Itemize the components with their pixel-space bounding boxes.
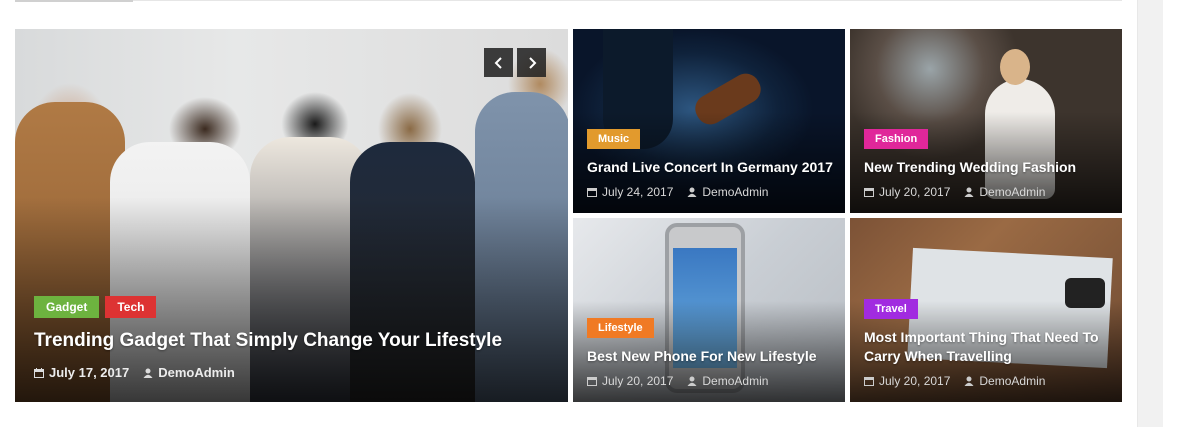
user-icon xyxy=(687,187,697,197)
section-divider-accent xyxy=(15,0,133,2)
post-title[interactable]: New Trending Wedding Fashion xyxy=(864,158,1112,177)
post-author[interactable]: DemoAdmin xyxy=(979,374,1045,388)
category-badge-music[interactable]: Music xyxy=(587,129,641,149)
post-meta: Music Grand Live Concert In Germany 2017… xyxy=(587,129,835,199)
post-date[interactable]: July 20, 2017 xyxy=(602,374,673,388)
category-badge-travel[interactable]: Travel xyxy=(864,299,918,319)
user-icon xyxy=(964,187,974,197)
featured-post-card[interactable]: Gadget Tech Trending Gadget That Simply … xyxy=(15,29,568,402)
post-author[interactable]: DemoAdmin xyxy=(158,365,235,380)
post-author[interactable]: DemoAdmin xyxy=(702,185,768,199)
slider-navigation xyxy=(484,48,546,77)
category-badge-gadget[interactable]: Gadget xyxy=(34,296,100,318)
post-card[interactable]: Travel Most Important Thing That Need To… xyxy=(850,218,1122,402)
post-info: July 20, 2017 DemoAdmin xyxy=(864,185,1112,199)
chevron-right-icon xyxy=(528,56,536,69)
section-divider xyxy=(15,0,1122,1)
chevron-left-icon xyxy=(494,56,502,69)
calendar-icon xyxy=(864,377,874,386)
post-author[interactable]: DemoAdmin xyxy=(702,374,768,388)
category-badge-lifestyle[interactable]: Lifestyle xyxy=(587,318,654,338)
calendar-icon xyxy=(587,188,597,197)
calendar-icon xyxy=(587,377,597,386)
post-info: July 17, 2017 DemoAdmin xyxy=(34,365,558,380)
calendar-icon xyxy=(864,188,874,197)
post-info: July 20, 2017 DemoAdmin xyxy=(864,374,1112,388)
post-card[interactable]: Music Grand Live Concert In Germany 2017… xyxy=(573,29,845,213)
featured-post-meta: Gadget Tech Trending Gadget That Simply … xyxy=(34,296,558,380)
post-meta: Fashion New Trending Wedding Fashion Jul… xyxy=(864,129,1112,199)
post-date[interactable]: July 17, 2017 xyxy=(49,365,129,380)
user-icon xyxy=(687,376,697,386)
user-icon xyxy=(143,368,153,378)
post-title[interactable]: Best New Phone For New Lifestyle xyxy=(587,347,835,366)
post-title[interactable]: Grand Live Concert In Germany 2017 xyxy=(587,158,835,177)
post-card[interactable]: Fashion New Trending Wedding Fashion Jul… xyxy=(850,29,1122,213)
post-date[interactable]: July 20, 2017 xyxy=(879,374,950,388)
category-badge-tech[interactable]: Tech xyxy=(105,296,157,318)
post-date[interactable]: July 20, 2017 xyxy=(879,185,950,199)
category-list: Gadget Tech xyxy=(34,296,558,318)
category-badge-fashion[interactable]: Fashion xyxy=(864,129,929,149)
page-scrollbar[interactable] xyxy=(1137,0,1163,427)
calendar-icon xyxy=(34,367,44,378)
post-date[interactable]: July 24, 2017 xyxy=(602,185,673,199)
post-info: July 20, 2017 DemoAdmin xyxy=(587,374,835,388)
post-title[interactable]: Most Important Thing That Need To Carry … xyxy=(864,328,1112,366)
post-meta: Lifestyle Best New Phone For New Lifesty… xyxy=(587,318,835,388)
slider-next-button[interactable] xyxy=(517,48,546,77)
post-info: July 24, 2017 DemoAdmin xyxy=(587,185,835,199)
post-meta: Travel Most Important Thing That Need To… xyxy=(864,299,1112,388)
user-icon xyxy=(964,376,974,386)
post-card[interactable]: Lifestyle Best New Phone For New Lifesty… xyxy=(573,218,845,402)
post-title[interactable]: Trending Gadget That Simply Change Your … xyxy=(34,328,558,354)
post-author[interactable]: DemoAdmin xyxy=(979,185,1045,199)
slider-prev-button[interactable] xyxy=(484,48,513,77)
